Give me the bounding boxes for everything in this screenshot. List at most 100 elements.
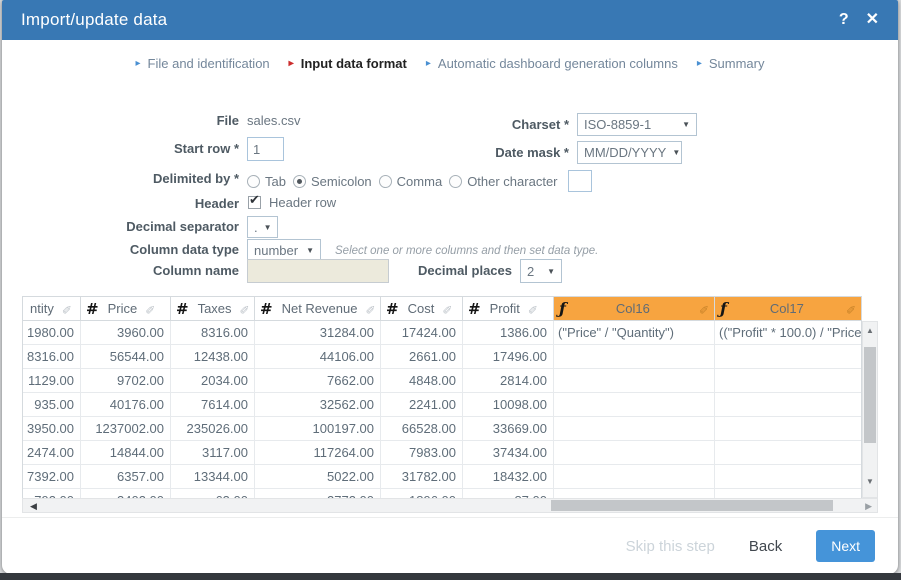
date-mask-selected-value: MM/DD/YYYY	[584, 145, 666, 160]
column-name-input[interactable]	[247, 259, 389, 283]
decimal-separator-select[interactable]: . ▼	[247, 216, 278, 238]
close-icon[interactable]: ✕	[866, 12, 879, 28]
table-cell: ("Price" / "Quantity")	[554, 321, 715, 344]
table-cell	[554, 417, 715, 440]
table-cell: 1386.00	[463, 321, 554, 344]
table-cell: 44106.00	[255, 345, 381, 368]
horizontal-scrollbar[interactable]: ◀ ▶	[22, 498, 878, 513]
table-cell	[554, 345, 715, 368]
horizontal-scrollbar-thumb[interactable]	[551, 500, 833, 511]
scroll-down-icon[interactable]: ▼	[863, 477, 877, 486]
column-header-col17[interactable]: ƒ Col17 ✎	[715, 297, 861, 320]
chevron-down-icon: ▼	[258, 223, 272, 232]
charset-label: Charset *	[422, 117, 569, 132]
chevron-down-icon: ▼	[676, 120, 690, 129]
vertical-scrollbar[interactable]: ▲ ▼	[862, 321, 878, 498]
checkbox-icon: ✔	[248, 196, 261, 209]
column-header-profit[interactable]: #Profit✎	[463, 297, 554, 320]
edit-column-icon[interactable]: ✎	[846, 302, 856, 316]
column-header-label: Col17	[736, 301, 838, 316]
step-label: File and identification	[148, 56, 270, 71]
formula-type-icon: ƒ	[720, 299, 727, 318]
dialog-title: Import/update data	[21, 10, 167, 30]
table-cell: 1237002.00	[81, 417, 171, 440]
skip-this-step-button[interactable]: Skip this step	[626, 538, 715, 555]
table-cell: 6357.00	[81, 465, 171, 488]
start-row-label: Start row *	[2, 141, 239, 156]
table-cell: 66528.00	[381, 417, 463, 440]
column-header-taxes[interactable]: # Taxes ✎	[171, 297, 255, 320]
preview-grid: ntity✎#Price✎#Taxes✎#Net Revenue✎#Cost✎#…	[22, 296, 862, 499]
column-data-type-hint: Select one or more columns and then set …	[335, 245, 598, 257]
other-character-input[interactable]	[568, 170, 592, 192]
edit-column-icon[interactable]: ✎	[240, 302, 250, 316]
column-data-type-selected-value: number	[254, 243, 298, 258]
step-input-data-format[interactable]: ▸Input data format	[289, 56, 407, 71]
import-update-dialog: Import/update data ? ✕ ▸File and identif…	[2, 0, 898, 574]
step-label: Input data format	[301, 56, 407, 71]
table-cell: 3402.00	[81, 489, 171, 498]
start-row-input[interactable]	[247, 137, 284, 161]
table-row: 1980.003960.008316.0031284.0017424.00138…	[23, 321, 861, 345]
table-cell: 3960.00	[81, 321, 171, 344]
table-cell: 17496.00	[463, 345, 554, 368]
table-cell	[715, 417, 861, 440]
number-type-icon: #	[176, 300, 189, 318]
edit-column-icon[interactable]: ✎	[442, 302, 452, 316]
column-header-label: Taxes	[198, 301, 232, 316]
edit-column-icon[interactable]: ✎	[62, 302, 72, 316]
column-header-col16[interactable]: ƒ Col16 ✎	[554, 297, 715, 320]
number-type-icon: #	[86, 300, 99, 318]
charset-select[interactable]: ISO-8859-1 ▼	[577, 113, 697, 136]
column-header-net-revenue[interactable]: #Net Revenue✎	[255, 297, 381, 320]
wizard-steps: ▸File and identification ▸Input data form…	[2, 56, 898, 71]
column-header-cost[interactable]: #Cost✎	[381, 297, 463, 320]
back-button[interactable]: Back	[749, 538, 782, 555]
table-cell: 7983.00	[381, 441, 463, 464]
table-cell: 4848.00	[381, 369, 463, 392]
table-cell	[715, 345, 861, 368]
edit-column-icon[interactable]: ✎	[528, 302, 538, 316]
table-cell: 9702.00	[81, 369, 171, 392]
radio-tab[interactable]: Tab	[247, 174, 286, 189]
date-mask-label: Date mask *	[422, 145, 569, 160]
radio-other-character[interactable]: Other character	[449, 174, 557, 189]
next-button[interactable]: Next	[816, 530, 875, 562]
table-cell: 18432.00	[463, 465, 554, 488]
table-cell	[554, 465, 715, 488]
column-header-ntity[interactable]: ntity✎	[23, 297, 81, 320]
column-header-label: Col16	[575, 301, 691, 316]
table-row: 2474.0014844.003117.00117264.007983.0037…	[23, 441, 861, 465]
radio-label: Comma	[397, 174, 443, 189]
column-header-label: Net Revenue	[282, 301, 358, 316]
decimal-places-select[interactable]: 2 ▼	[520, 259, 562, 283]
formula-type-icon: ƒ	[559, 299, 566, 318]
table-cell: 87.00	[463, 489, 554, 498]
table-cell	[715, 441, 861, 464]
column-header-label: Profit	[490, 301, 520, 316]
table-cell	[554, 369, 715, 392]
date-mask-select[interactable]: MM/DD/YYYY ▼	[577, 141, 682, 164]
table-cell	[554, 489, 715, 498]
scroll-right-icon[interactable]: ▶	[865, 500, 872, 512]
vertical-scrollbar-thumb[interactable]	[864, 347, 876, 443]
step-file-and-identification[interactable]: ▸File and identification	[136, 56, 270, 71]
radio-semicolon[interactable]: Semicolon	[293, 174, 372, 189]
edit-column-icon[interactable]: ✎	[145, 302, 155, 316]
radio-icon	[247, 175, 260, 188]
step-label: Summary	[709, 56, 765, 71]
help-icon[interactable]: ?	[839, 12, 849, 28]
table-cell: 3117.00	[171, 441, 255, 464]
scroll-up-icon[interactable]: ▲	[863, 326, 877, 335]
header-row-checkbox[interactable]: ✔ Header row	[248, 195, 336, 210]
table-row: 935.0040176.007614.0032562.002241.001009…	[23, 393, 861, 417]
edit-column-icon[interactable]: ✎	[365, 302, 375, 316]
scroll-left-icon[interactable]: ◀	[30, 500, 37, 512]
step-summary[interactable]: ▸Summary	[697, 56, 765, 71]
table-cell: 17424.00	[381, 321, 463, 344]
table-row: 1129.009702.002034.007662.004848.002814.…	[23, 369, 861, 393]
edit-column-icon[interactable]: ✎	[699, 302, 709, 316]
step-automatic-dashboard-generation-columns[interactable]: ▸Automatic dashboard generation columns	[426, 56, 678, 71]
radio-comma[interactable]: Comma	[379, 174, 443, 189]
column-header-price[interactable]: #Price✎	[81, 297, 171, 320]
